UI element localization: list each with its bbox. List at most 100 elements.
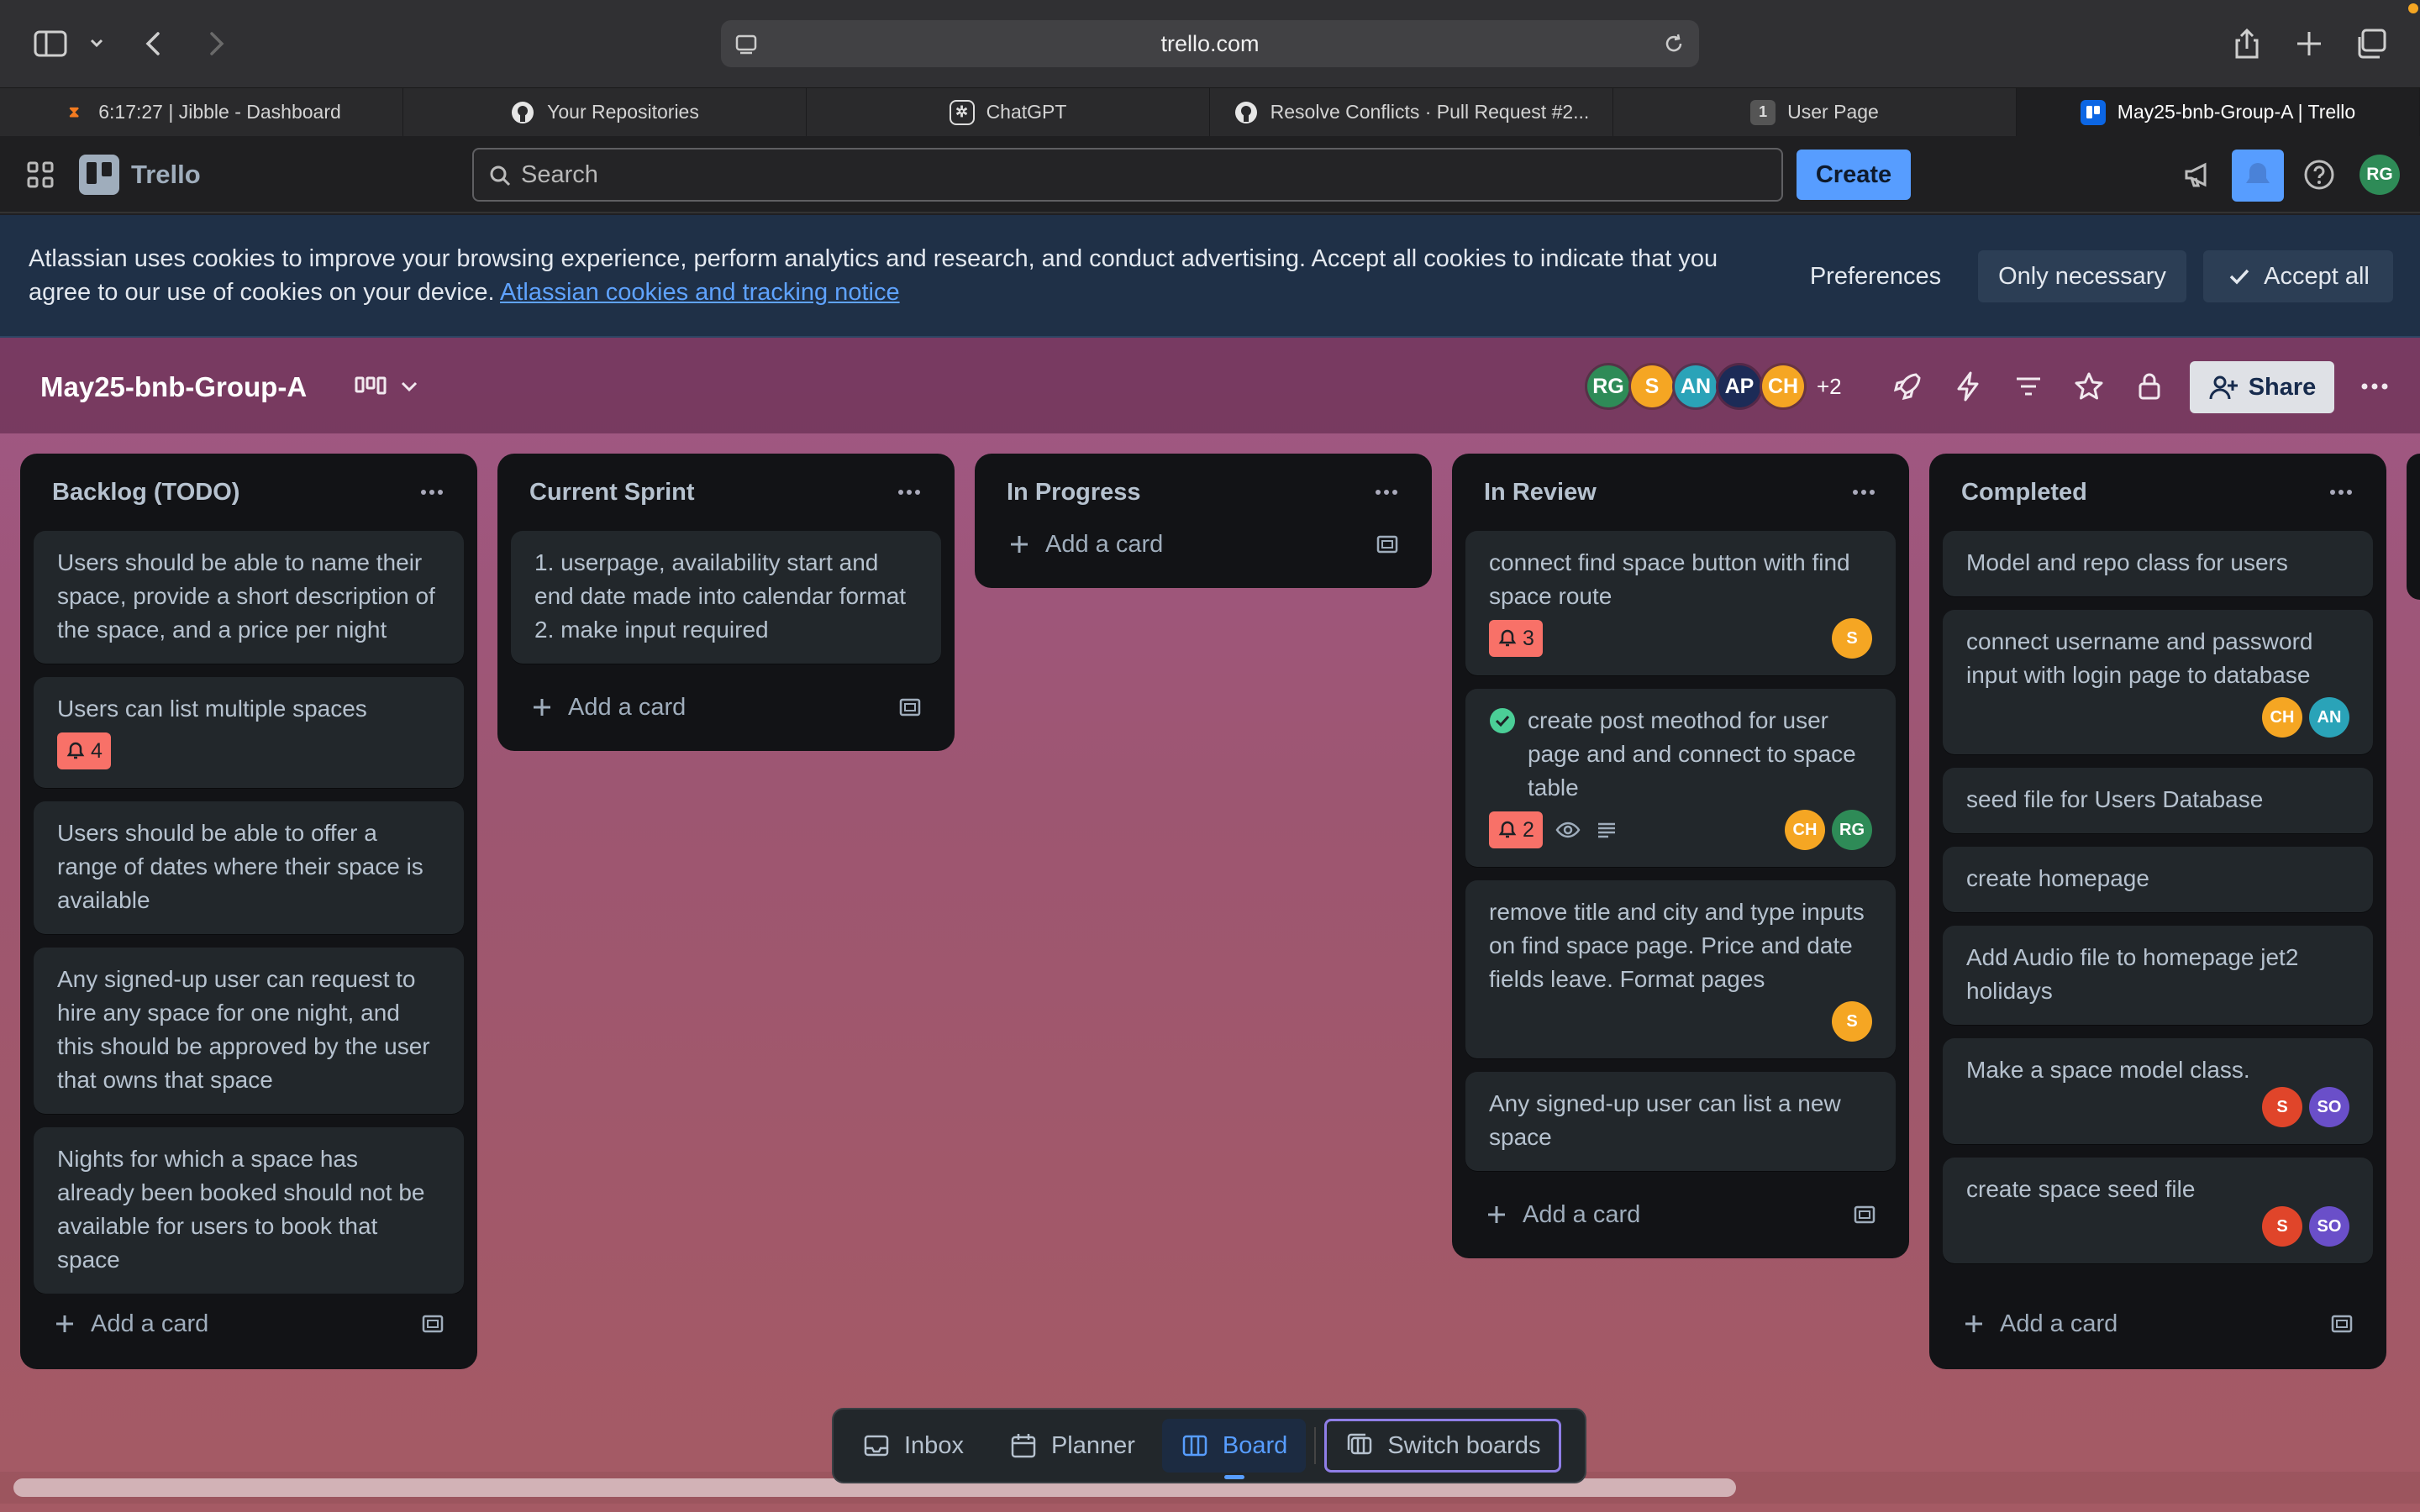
list-menu-icon[interactable]	[1373, 479, 1400, 506]
card[interactable]: Nights for which a space has already bee…	[34, 1127, 464, 1294]
card[interactable]: Model and repo class for users	[1943, 531, 2373, 596]
member-avatar[interactable]: S	[2262, 1206, 2302, 1247]
template-icon[interactable]	[420, 1311, 445, 1336]
list-menu-icon[interactable]	[418, 479, 445, 506]
card[interactable]: Users can list multiple spaces 4	[34, 677, 464, 788]
board-members[interactable]: RG S AN AP CH +2	[1585, 363, 1842, 410]
template-icon[interactable]	[2329, 1311, 2354, 1336]
share-button[interactable]: Share	[2190, 361, 2334, 413]
card[interactable]: 1. userpage, availability start and end …	[511, 531, 941, 664]
member-avatar[interactable]: CH	[1760, 363, 1807, 410]
browser-tab[interactable]: 1 User Page	[1613, 88, 2017, 136]
list-title[interactable]: In Review	[1484, 479, 1597, 507]
browser-tab[interactable]: Resolve Conflicts · Pull Request #2...	[1210, 88, 1613, 136]
template-icon[interactable]	[1852, 1202, 1877, 1227]
board-title[interactable]: May25-bnb-Group-A	[40, 371, 307, 403]
member-avatar[interactable]: AN	[2309, 697, 2349, 738]
user-avatar[interactable]: RG	[2360, 155, 2400, 195]
add-card-button[interactable]: Add a card	[988, 514, 1418, 575]
member-avatar[interactable]: RG	[1832, 810, 1872, 850]
card[interactable]: create post meothod for user page and an…	[1465, 689, 1896, 867]
list-title[interactable]: In Progress	[1007, 479, 1141, 507]
list-title[interactable]: Current Sprint	[529, 479, 695, 507]
board-button[interactable]: Board	[1161, 1419, 1307, 1479]
more-members-count[interactable]: +2	[1817, 374, 1842, 400]
notifications-button[interactable]	[2232, 150, 2284, 202]
more-menu-icon[interactable]	[2358, 370, 2391, 403]
card[interactable]: Any signed-up user can list a new space	[1465, 1072, 1896, 1171]
card[interactable]: create homepage	[1943, 847, 2373, 912]
board-view-icon[interactable]	[353, 370, 388, 403]
planner-button[interactable]: Planner	[991, 1419, 1154, 1473]
chevron-down-icon[interactable]	[84, 25, 109, 62]
inbox-button[interactable]: Inbox	[844, 1419, 982, 1473]
card[interactable]: seed file for Users Database	[1943, 768, 2373, 833]
automation-icon[interactable]	[1951, 370, 1985, 403]
add-card-button[interactable]: Add a card	[511, 677, 941, 738]
app-switcher-icon[interactable]	[25, 160, 55, 190]
member-avatar[interactable]: RG	[1585, 363, 1632, 410]
bell-icon	[1498, 629, 1517, 647]
cookie-notice-link[interactable]: Atlassian cookies and tracking notice	[500, 279, 900, 306]
chevron-down-icon[interactable]	[395, 370, 424, 403]
card[interactable]: remove title and city and type inputs on…	[1465, 880, 1896, 1058]
reload-icon[interactable]	[1660, 30, 1687, 57]
add-card-button[interactable]: Add a card	[1465, 1184, 1896, 1245]
list-title[interactable]: Backlog (TODO)	[52, 479, 239, 507]
add-card-button[interactable]: Add a card	[1943, 1294, 2373, 1354]
member-avatar[interactable]: CH	[1785, 810, 1825, 850]
search-input[interactable]: Search	[472, 148, 1783, 202]
card[interactable]: create space seed file S SO	[1943, 1158, 2373, 1263]
browser-tab[interactable]: ✲ ChatGPT	[807, 88, 1210, 136]
share-page-icon[interactable]	[2228, 25, 2265, 62]
list-title[interactable]: Completed	[1961, 479, 2087, 507]
only-necessary-button[interactable]: Only necessary	[1978, 250, 2186, 302]
member-avatar[interactable]: SO	[2309, 1087, 2349, 1127]
template-icon[interactable]	[897, 695, 923, 720]
browser-tab-active[interactable]: May25-bnb-Group-A | Trello	[2017, 88, 2420, 136]
template-icon[interactable]	[1375, 532, 1400, 557]
card[interactable]: connect username and password input with…	[1943, 610, 2373, 754]
megaphone-icon[interactable]	[2181, 158, 2215, 192]
member-avatar[interactable]: S	[1628, 363, 1676, 410]
switch-boards-button[interactable]: Switch boards	[1324, 1419, 1562, 1473]
member-avatar[interactable]: S	[1832, 1001, 1872, 1042]
sidebar-toggle-icon[interactable]	[32, 25, 69, 62]
member-avatar[interactable]: AP	[1716, 363, 1763, 410]
star-icon[interactable]	[2072, 370, 2106, 403]
browser-tab[interactable]: Your Repositories	[403, 88, 807, 136]
forward-icon[interactable]	[197, 25, 234, 62]
accept-all-button[interactable]: Accept all	[2203, 250, 2393, 302]
member-avatar[interactable]: CH	[2262, 697, 2302, 738]
bottom-nav: Inbox Planner Board Switch boards	[832, 1408, 1586, 1483]
member-avatar[interactable]: S	[2262, 1087, 2302, 1127]
add-card-button[interactable]: Add a card	[34, 1294, 464, 1354]
trello-logo[interactable]: Trello	[79, 155, 201, 195]
preferences-button[interactable]: Preferences	[1797, 250, 1954, 302]
back-icon[interactable]	[136, 25, 173, 62]
card[interactable]: Users should be able to offer a range of…	[34, 801, 464, 934]
lock-icon[interactable]	[2133, 370, 2166, 403]
tab-overview-icon[interactable]	[2353, 25, 2390, 62]
address-bar[interactable]: trello.com	[721, 20, 1699, 67]
help-icon[interactable]	[2302, 158, 2336, 192]
new-tab-icon[interactable]	[2291, 25, 2328, 62]
complete-check-icon[interactable]	[1489, 707, 1516, 734]
member-avatar[interactable]: SO	[2309, 1206, 2349, 1247]
member-avatar[interactable]: AN	[1672, 363, 1719, 410]
filter-icon[interactable]	[2012, 370, 2045, 403]
create-button[interactable]: Create	[1797, 150, 1911, 200]
rocket-icon[interactable]	[1891, 370, 1924, 403]
member-avatar[interactable]: S	[1832, 618, 1872, 659]
card[interactable]: Any signed-up user can request to hire a…	[34, 948, 464, 1114]
list-menu-icon[interactable]	[2328, 479, 2354, 506]
list-menu-icon[interactable]	[1850, 479, 1877, 506]
list-menu-icon[interactable]	[896, 479, 923, 506]
card[interactable]: Add Audio file to homepage jet2 holidays	[1943, 926, 2373, 1025]
card[interactable]: connect find space button with find spac…	[1465, 531, 1896, 675]
site-settings-icon[interactable]	[733, 30, 760, 57]
browser-tab[interactable]: ⧗ 6:17:27 | Jibble - Dashboard	[0, 88, 403, 136]
list-in-review: In Review connect find space button with…	[1452, 454, 1909, 1258]
card[interactable]: Make a space model class. S SO	[1943, 1038, 2373, 1144]
card[interactable]: Users should be able to name their space…	[34, 531, 464, 664]
